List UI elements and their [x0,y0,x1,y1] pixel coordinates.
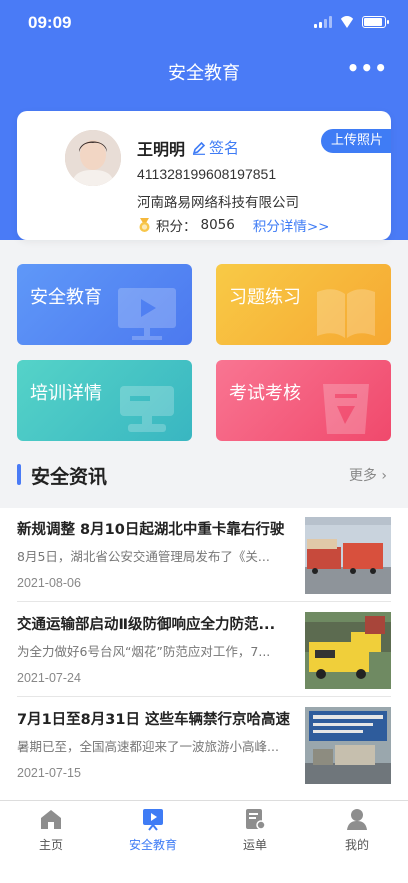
signature-label: 签名 [209,139,240,157]
tab-safety-education[interactable]: 安全教育 [102,807,204,853]
news-thumbnail [305,517,391,594]
more-news-link[interactable]: 更多 › [349,465,387,485]
tile-label: 考试考核 [229,383,301,404]
points-row: 积分： 8056 积分详情>> [137,215,329,235]
news-date: 2021-07-24 [17,671,81,685]
medal-icon [139,218,150,232]
play-board-icon [118,288,176,340]
signature-link[interactable]: 签名 [192,137,239,158]
news-title: 交通运输部启动Ⅱ级防御响应全力防范... [17,617,276,633]
company-name: 河南路易网络科技有限公司 [137,195,299,211]
tile-label: 安全教育 [30,287,102,308]
navigation-bar: 安全教育 ••• [0,50,408,90]
tab-label: 我的 [344,838,369,852]
news-date: 2021-07-15 [17,766,81,780]
tab-label: 运单 [242,838,267,852]
news-list: 新规调整 8月10日起湖北中重卡靠右行驶 8月5日，湖北省公安交通管理局发布了《… [0,508,408,800]
tab-label: 安全教育 [128,838,177,852]
points-detail-link[interactable]: 积分详情>> [253,215,330,235]
more-menu-button[interactable]: ••• [347,56,388,80]
upload-photo-button[interactable]: 上传照片 [320,129,391,153]
wifi-icon [339,16,355,28]
status-time: 09:09 [28,13,72,32]
news-section-header: 安全资讯 更多 › [17,462,391,488]
safety-education-icon [143,809,163,831]
chevron-right-icon: › [381,468,387,484]
more-label: 更多 [348,468,377,484]
news-title: 7月1日至8月31日 这些车辆禁行京哈高速 [17,712,290,728]
tile-safety-education[interactable]: 安全教育 [17,264,192,345]
pencil-icon [192,141,206,155]
tab-mine[interactable]: 我的 [306,807,408,853]
section-accent-bar [17,464,21,485]
points-label: 积分： [156,219,197,235]
section-title: 安全资讯 [31,466,108,488]
news-summary: 8月5日，湖北省公安交通管理局发布了《关... [17,549,270,564]
news-summary: 为全力做好6号台风“烟花”防范应对工作，7... [17,644,271,659]
points-value: 8056 [200,217,235,233]
tile-label: 习题练习 [229,287,301,308]
tile-practice[interactable]: 习题练习 [216,264,391,345]
news-title: 新规调整 8月10日起湖北中重卡靠右行驶 [17,522,285,538]
tab-label: 主页 [38,838,63,852]
news-date: 2021-08-06 [17,576,81,590]
cellular-signal-icon [314,16,332,28]
avatar[interactable] [65,130,121,186]
waybill-icon [246,809,266,830]
user-name: 王明明 [137,140,186,159]
list-item[interactable]: 新规调整 8月10日起湖北中重卡靠右行驶 8月5日，湖北省公安交通管理局发布了《… [0,508,408,602]
tab-home[interactable]: 主页 [0,807,102,853]
user-icon [347,809,367,830]
divider [17,696,391,697]
status-bar: 09:09 [0,0,408,46]
news-summary: 暑期已至，全国高速都迎来了一波旅游小高峰... [17,739,279,754]
exam-icon [323,384,369,434]
news-thumbnail [305,707,391,784]
home-icon [41,810,61,829]
tile-label: 培训详情 [30,383,102,404]
battery-icon [362,16,389,28]
profile-card: 王明明 签名 411328199608197851 河南路易网络科技有限公司 积… [17,111,391,240]
bottom-tab-bar: 主页 安全教育 运单 我的 [0,800,408,883]
training-icon [120,386,174,432]
tile-training-detail[interactable]: 培训详情 [17,360,192,441]
tile-exam[interactable]: 考试考核 [216,360,391,441]
list-item[interactable]: 7月1日至8月31日 这些车辆禁行京哈高速 暑期已至，全国高速都迎来了一波旅游小… [0,698,408,792]
id-number: 411328199608197851 [137,166,277,182]
tab-waybill[interactable]: 运单 [204,807,306,853]
divider [17,601,391,602]
news-thumbnail [305,612,391,689]
open-book-icon [317,289,375,338]
list-item[interactable]: 交通运输部启动Ⅱ级防御响应全力防范... 为全力做好6号台风“烟花”防范应对工作… [0,603,408,697]
